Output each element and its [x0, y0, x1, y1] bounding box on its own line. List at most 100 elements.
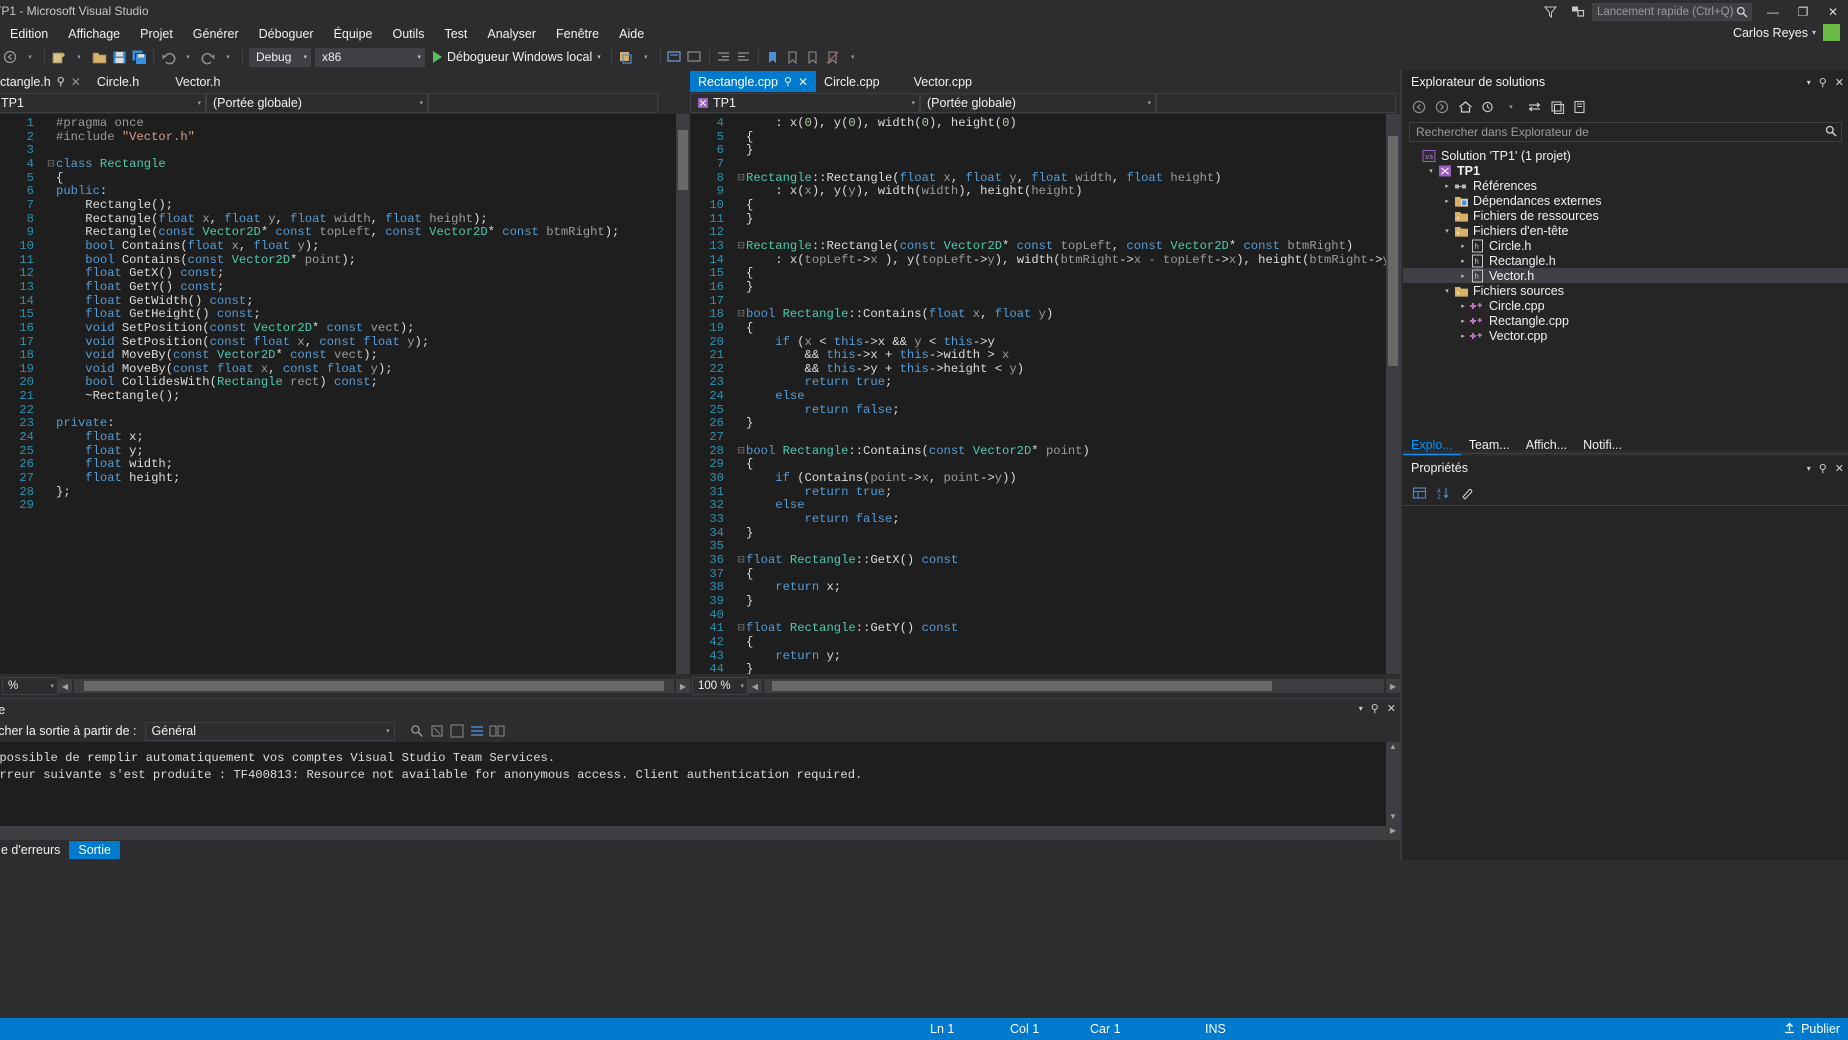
quick-launch-box[interactable]: Lancement rapide (Ctrl+Q)	[1592, 2, 1752, 21]
scope-combo-left[interactable]: (Portée globale) ▾	[206, 93, 428, 113]
properties-icon[interactable]	[1570, 97, 1590, 117]
chevron-down-icon[interactable]: ▾	[1425, 167, 1437, 175]
minimize-button[interactable]: —	[1758, 0, 1788, 23]
open-file-icon[interactable]	[89, 46, 109, 68]
scrollbar-thumb[interactable]	[84, 681, 664, 691]
restore-button[interactable]: ❐	[1788, 0, 1818, 23]
tab-team-explorer[interactable]: Team...	[1461, 436, 1518, 454]
new-project-icon[interactable]	[49, 46, 69, 68]
undo-icon[interactable]	[158, 46, 178, 68]
toggle-word-wrap-icon[interactable]	[447, 720, 467, 742]
tab-affichage[interactable]: Affich...	[1518, 436, 1575, 454]
pin-icon[interactable]: ⚲	[1371, 702, 1379, 715]
pin-icon[interactable]: ⚲	[57, 75, 65, 88]
save-all-icon[interactable]	[129, 46, 149, 68]
comment-selection-icon[interactable]	[665, 46, 685, 68]
tree-item[interactable]: ▸ Circle.cpp	[1403, 298, 1848, 313]
menu-item-equipe[interactable]: Équipe	[324, 25, 383, 43]
chevron-down-icon[interactable]: ▾	[69, 46, 89, 68]
menu-item-aide[interactable]: Aide	[609, 25, 654, 43]
tab-explorateur[interactable]: Explo...	[1403, 436, 1461, 455]
clear-bookmarks-icon[interactable]	[823, 46, 843, 68]
solution-tree[interactable]: vs Solution 'TP1' (1 projet) ▾ TP1 ▸ Référenc…	[1403, 146, 1848, 343]
toggle-bookmark-icon[interactable]	[763, 46, 783, 68]
platform-combo[interactable]: x86 ▾	[315, 47, 425, 67]
scroll-right-arrow[interactable]: ▶	[676, 679, 690, 693]
tree-item[interactable]: ▾ TP1	[1403, 163, 1848, 178]
show-output-from-icon[interactable]	[487, 720, 507, 742]
chevron-right-icon[interactable]: ▸	[1441, 182, 1453, 190]
tree-item[interactable]: ▸ h Vector.h	[1403, 268, 1848, 283]
close-icon[interactable]: ✕	[1835, 462, 1844, 475]
tab-vector-h[interactable]: Vector.h	[167, 71, 229, 92]
project-combo-left[interactable]: TP1 ▾	[0, 93, 206, 113]
solution-explorer-search[interactable]: Rechercher dans Explorateur de	[1409, 122, 1842, 142]
go-to-message-icon[interactable]	[467, 720, 487, 742]
scroll-right-arrow[interactable]: ▶	[1386, 826, 1400, 840]
tree-item[interactable]: ▸ Références	[1403, 178, 1848, 193]
chevron-down-icon[interactable]: ▾	[218, 46, 238, 68]
hscroll-track-left[interactable]	[74, 679, 674, 693]
menu-item-analyser[interactable]: Analyser	[477, 25, 546, 43]
chevron-down-icon[interactable]: ▾	[1359, 704, 1363, 713]
tab-circle-h[interactable]: Circle.h	[88, 71, 148, 92]
project-combo-right[interactable]: TP1 ▾	[690, 93, 920, 113]
chevron-down-icon[interactable]: ▾	[1807, 78, 1811, 87]
code-editor-left[interactable]: 1 #pragma once 2 #include "Vector.h" 3 4 ⊟c…	[0, 114, 690, 674]
close-icon[interactable]: ✕	[798, 75, 808, 89]
scroll-right-arrow[interactable]: ▶	[1386, 679, 1400, 693]
categorized-icon[interactable]	[1409, 483, 1429, 503]
code-editor-right[interactable]: 4 : x(0), y(0), width(0), height(0) 5{ 6…	[690, 114, 1400, 674]
alphabetical-icon[interactable]: AZ	[1433, 483, 1453, 503]
account-area[interactable]: Carlos Reyes ▾	[1733, 24, 1840, 41]
scroll-up-arrow[interactable]	[676, 114, 690, 128]
start-debugging-button[interactable]: Débogueur Windows local ▾	[427, 46, 607, 68]
hscroll-track-right[interactable]	[764, 679, 1384, 693]
feedback-icon[interactable]	[1536, 0, 1564, 23]
scrollbar-thumb[interactable]	[772, 681, 1272, 691]
back-icon[interactable]	[1409, 97, 1429, 117]
tab-error-list[interactable]: e d'erreurs	[0, 841, 69, 859]
menu-item-test[interactable]: Test	[434, 25, 477, 43]
panel-divider-vertical[interactable]	[1400, 70, 1401, 860]
tab-circle-cpp[interactable]: Circle.cpp	[816, 71, 888, 92]
code-text-left[interactable]: 1 #pragma once 2 #include "Vector.h" 3 4 ⊟c…	[0, 114, 676, 674]
chevron-down-icon[interactable]: ▾	[1441, 287, 1453, 295]
chevron-right-icon[interactable]: ▸	[1457, 302, 1469, 310]
chevron-right-icon[interactable]: ▸	[1457, 257, 1469, 265]
next-bookmark-icon[interactable]	[803, 46, 823, 68]
indent-icon[interactable]	[714, 46, 734, 68]
previous-bookmark-icon[interactable]	[783, 46, 803, 68]
menu-item-generer[interactable]: Générer	[183, 25, 249, 43]
tab-vector-cpp[interactable]: Vector.cpp	[905, 71, 980, 92]
split-view-handle[interactable]	[1386, 114, 1400, 128]
attach-process-icon[interactable]	[616, 46, 636, 68]
vertical-scrollbar-left[interactable]	[676, 114, 690, 674]
publish-button[interactable]: Publier	[1783, 1021, 1840, 1037]
member-combo-right[interactable]	[1156, 93, 1396, 113]
scroll-left-arrow[interactable]: ◀	[58, 679, 72, 693]
zoom-combo-right[interactable]: 100 % ▾	[692, 677, 748, 695]
chevron-down-icon[interactable]: ▾	[1441, 227, 1453, 235]
chevron-right-icon[interactable]: ▸	[1457, 317, 1469, 325]
tab-notifications[interactable]: Notifi...	[1575, 436, 1630, 454]
pending-changes-icon[interactable]	[1478, 97, 1498, 117]
property-pages-icon[interactable]	[1457, 483, 1477, 503]
save-icon[interactable]	[109, 46, 129, 68]
tree-item[interactable]: ▸ h Rectangle.h	[1403, 253, 1848, 268]
tree-item[interactable]: ▸ Rectangle.cpp	[1403, 313, 1848, 328]
menu-item-outils[interactable]: Outils	[383, 25, 435, 43]
close-button[interactable]: ✕	[1818, 0, 1848, 23]
pin-icon[interactable]: ⚲	[1819, 462, 1827, 475]
close-icon[interactable]: ✕	[71, 75, 81, 89]
code-text-right[interactable]: 4 : x(0), y(0), width(0), height(0) 5{ 6…	[690, 114, 1386, 674]
tree-item[interactable]: ▾ Fichiers sources	[1403, 283, 1848, 298]
chevron-down-icon[interactable]: ▾	[1501, 97, 1521, 117]
scroll-up-arrow[interactable]: ▲	[1386, 742, 1400, 756]
vertical-scrollbar-right[interactable]	[1386, 114, 1400, 674]
uncomment-selection-icon[interactable]	[685, 46, 705, 68]
menu-item-projet[interactable]: Projet	[130, 25, 183, 43]
output-horizontal-scrollbar[interactable]: ▶	[0, 826, 1400, 840]
chevron-right-icon[interactable]: ▸	[1457, 272, 1469, 280]
scrollbar-thumb[interactable]	[678, 130, 688, 190]
